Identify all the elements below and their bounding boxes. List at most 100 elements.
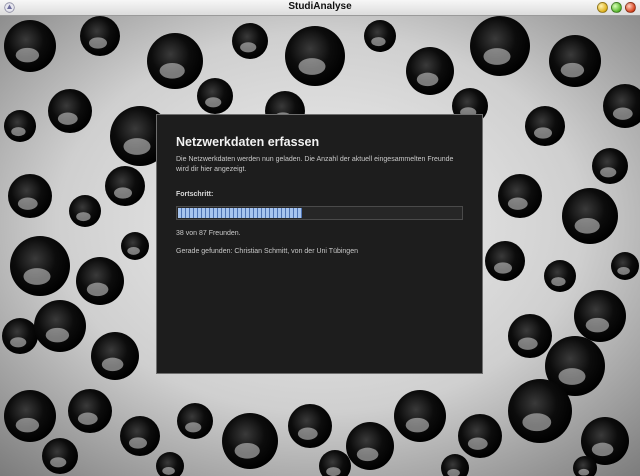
droplet	[232, 23, 268, 59]
droplet	[458, 414, 502, 458]
droplet	[611, 252, 639, 280]
droplet	[574, 290, 626, 342]
droplet	[91, 332, 139, 380]
droplet-highlight	[298, 58, 326, 75]
droplet-highlight	[600, 167, 617, 178]
droplet	[34, 300, 86, 352]
dialog-description: Die Netzwerkdaten werden nun geladen. Di…	[176, 156, 454, 173]
droplet-highlight	[17, 197, 38, 210]
droplet-highlight	[558, 368, 586, 385]
droplet	[80, 16, 120, 56]
droplet	[498, 174, 542, 218]
droplet	[525, 106, 565, 146]
droplet	[562, 188, 618, 244]
droplet	[105, 166, 145, 206]
droplet-highlight	[23, 268, 51, 285]
title-bar[interactable]: StudiAnalyse	[0, 0, 640, 16]
friend-count-text: 38 von 87 Freunden.	[176, 230, 241, 237]
droplet-highlight	[162, 466, 175, 475]
droplet-highlight	[234, 442, 260, 459]
droplet-highlight	[45, 327, 70, 343]
current-find-text: Gerade gefunden: Christian Schmitt, von …	[176, 248, 358, 255]
droplet	[470, 16, 530, 76]
droplet-highlight	[517, 337, 538, 350]
droplet-highlight	[416, 72, 439, 87]
droplet-highlight	[205, 97, 222, 108]
droplet	[120, 416, 160, 456]
droplet	[4, 20, 56, 72]
progress-bar-fill	[178, 208, 302, 218]
droplet-highlight	[560, 62, 585, 78]
droplet-highlight	[159, 62, 185, 79]
droplet	[346, 422, 394, 470]
droplet-highlight	[617, 266, 630, 275]
droplet-highlight	[15, 47, 40, 63]
droplet	[48, 89, 92, 133]
droplet-highlight	[591, 442, 614, 457]
app-window: StudiAnalyse Netzwerkdaten erfassen Die …	[0, 0, 640, 476]
droplet	[592, 148, 628, 184]
droplet-highlight	[89, 37, 107, 49]
maximize-button[interactable]	[611, 2, 622, 13]
droplet-highlight	[240, 42, 257, 53]
droplet-highlight	[494, 262, 512, 274]
droplet-highlight	[371, 37, 386, 47]
window-title: StudiAnalyse	[288, 1, 352, 12]
droplet-highlight	[467, 437, 488, 450]
droplet	[4, 390, 56, 442]
minimize-button[interactable]	[597, 2, 608, 13]
droplet	[544, 260, 576, 292]
droplet	[147, 33, 203, 89]
droplet-highlight	[86, 282, 109, 297]
progress-dialog: Netzwerkdaten erfassen Die Netzwerkdaten…	[156, 114, 483, 374]
dialog-title: Netzwerkdaten erfassen	[176, 135, 320, 149]
droplet-highlight	[127, 246, 140, 255]
droplet	[121, 232, 149, 260]
droplet	[177, 403, 213, 439]
droplet	[10, 236, 70, 296]
droplet-highlight	[50, 457, 67, 468]
droplet-highlight	[114, 187, 132, 199]
droplet	[69, 195, 101, 227]
droplet	[288, 404, 332, 448]
droplet-highlight	[185, 422, 202, 433]
droplet-highlight	[10, 337, 27, 348]
droplet-highlight	[123, 138, 151, 155]
droplet	[4, 110, 36, 142]
droplet-highlight	[612, 107, 633, 120]
droplet-highlight	[551, 277, 566, 287]
droplet	[285, 26, 345, 86]
droplet	[2, 318, 38, 354]
droplet-highlight	[507, 197, 528, 210]
droplet-highlight	[76, 212, 91, 222]
droplet-highlight	[578, 468, 590, 476]
droplet-highlight	[129, 437, 147, 449]
progress-label: Fortschritt:	[176, 191, 214, 198]
droplet-highlight	[77, 412, 98, 425]
droplet-highlight	[534, 127, 552, 139]
droplet-highlight	[405, 417, 430, 433]
droplet-highlight	[585, 317, 610, 333]
droplet-highlight	[15, 417, 40, 433]
droplet-highlight	[574, 217, 600, 234]
droplet-highlight	[297, 427, 318, 440]
droplet	[364, 20, 396, 52]
droplet	[406, 47, 454, 95]
droplet-highlight	[483, 48, 511, 65]
droplet-highlight	[57, 112, 78, 125]
close-button[interactable]	[625, 2, 636, 13]
droplet	[485, 241, 525, 281]
droplet-highlight	[326, 467, 341, 476]
droplet	[222, 413, 278, 469]
droplet	[508, 379, 572, 443]
droplet-highlight	[522, 413, 552, 432]
progress-bar	[176, 206, 463, 220]
droplet	[42, 438, 78, 474]
droplet	[508, 314, 552, 358]
droplet	[76, 257, 124, 305]
droplet-highlight	[356, 447, 379, 462]
droplet	[8, 174, 52, 218]
droplet-highlight	[11, 127, 26, 137]
droplet	[197, 78, 233, 114]
droplet	[549, 35, 601, 87]
